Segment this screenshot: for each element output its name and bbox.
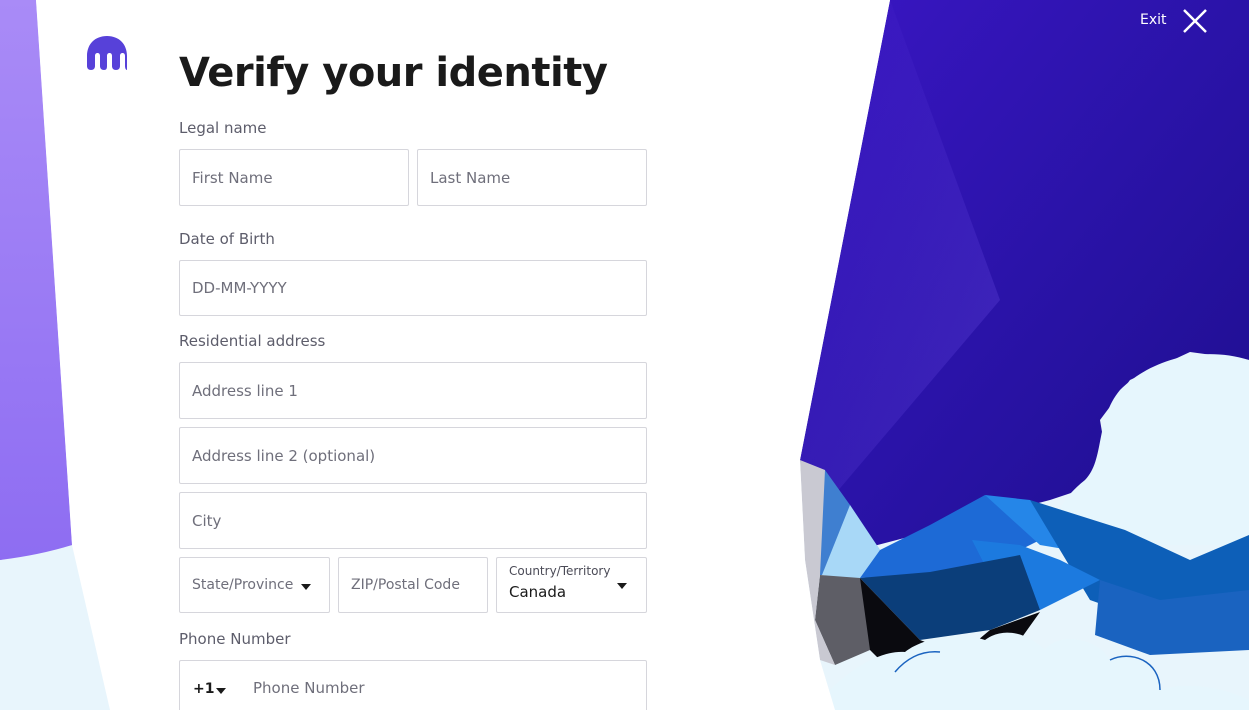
- phone-field[interactable]: +1 Phone Number: [179, 660, 647, 710]
- kraken-logo-icon[interactable]: [85, 34, 129, 72]
- address-line2-input[interactable]: Address line 2 (optional): [179, 427, 647, 484]
- exit-label[interactable]: Exit: [1140, 12, 1167, 28]
- phone-label: Phone Number: [179, 630, 291, 648]
- address-label: Residential address: [179, 332, 326, 350]
- address-line1-input[interactable]: Address line 1: [179, 362, 647, 419]
- phone-country-code[interactable]: +1: [193, 681, 214, 697]
- zip-input[interactable]: ZIP/Postal Code: [338, 557, 488, 613]
- address-line2-placeholder: Address line 2 (optional): [192, 446, 376, 465]
- first-name-input[interactable]: First Name: [179, 149, 409, 206]
- chevron-down-icon[interactable]: [216, 688, 226, 694]
- legal-name-label: Legal name: [179, 119, 267, 137]
- phone-placeholder: Phone Number: [253, 679, 365, 697]
- city-input[interactable]: City: [179, 492, 647, 549]
- address-line1-placeholder: Address line 1: [192, 381, 298, 400]
- first-name-placeholder: First Name: [192, 168, 273, 187]
- chevron-down-icon: [301, 584, 311, 590]
- zip-placeholder: ZIP/Postal Code: [351, 577, 460, 593]
- close-icon[interactable]: [1181, 7, 1209, 35]
- country-select[interactable]: Country/Territory Canada: [496, 557, 647, 613]
- dob-label: Date of Birth: [179, 230, 275, 248]
- last-name-input[interactable]: Last Name: [417, 149, 647, 206]
- dob-placeholder: DD-MM-YYYY: [192, 279, 287, 297]
- page-title: Verify your identity: [179, 50, 608, 96]
- chevron-down-icon: [617, 583, 627, 589]
- country-label: Country/Territory: [509, 564, 611, 578]
- state-select[interactable]: State/Province: [179, 557, 330, 613]
- city-placeholder: City: [192, 511, 222, 530]
- dob-input[interactable]: DD-MM-YYYY: [179, 260, 647, 316]
- country-value: Canada: [509, 583, 567, 601]
- state-placeholder: State/Province: [192, 577, 294, 593]
- last-name-placeholder: Last Name: [430, 168, 511, 187]
